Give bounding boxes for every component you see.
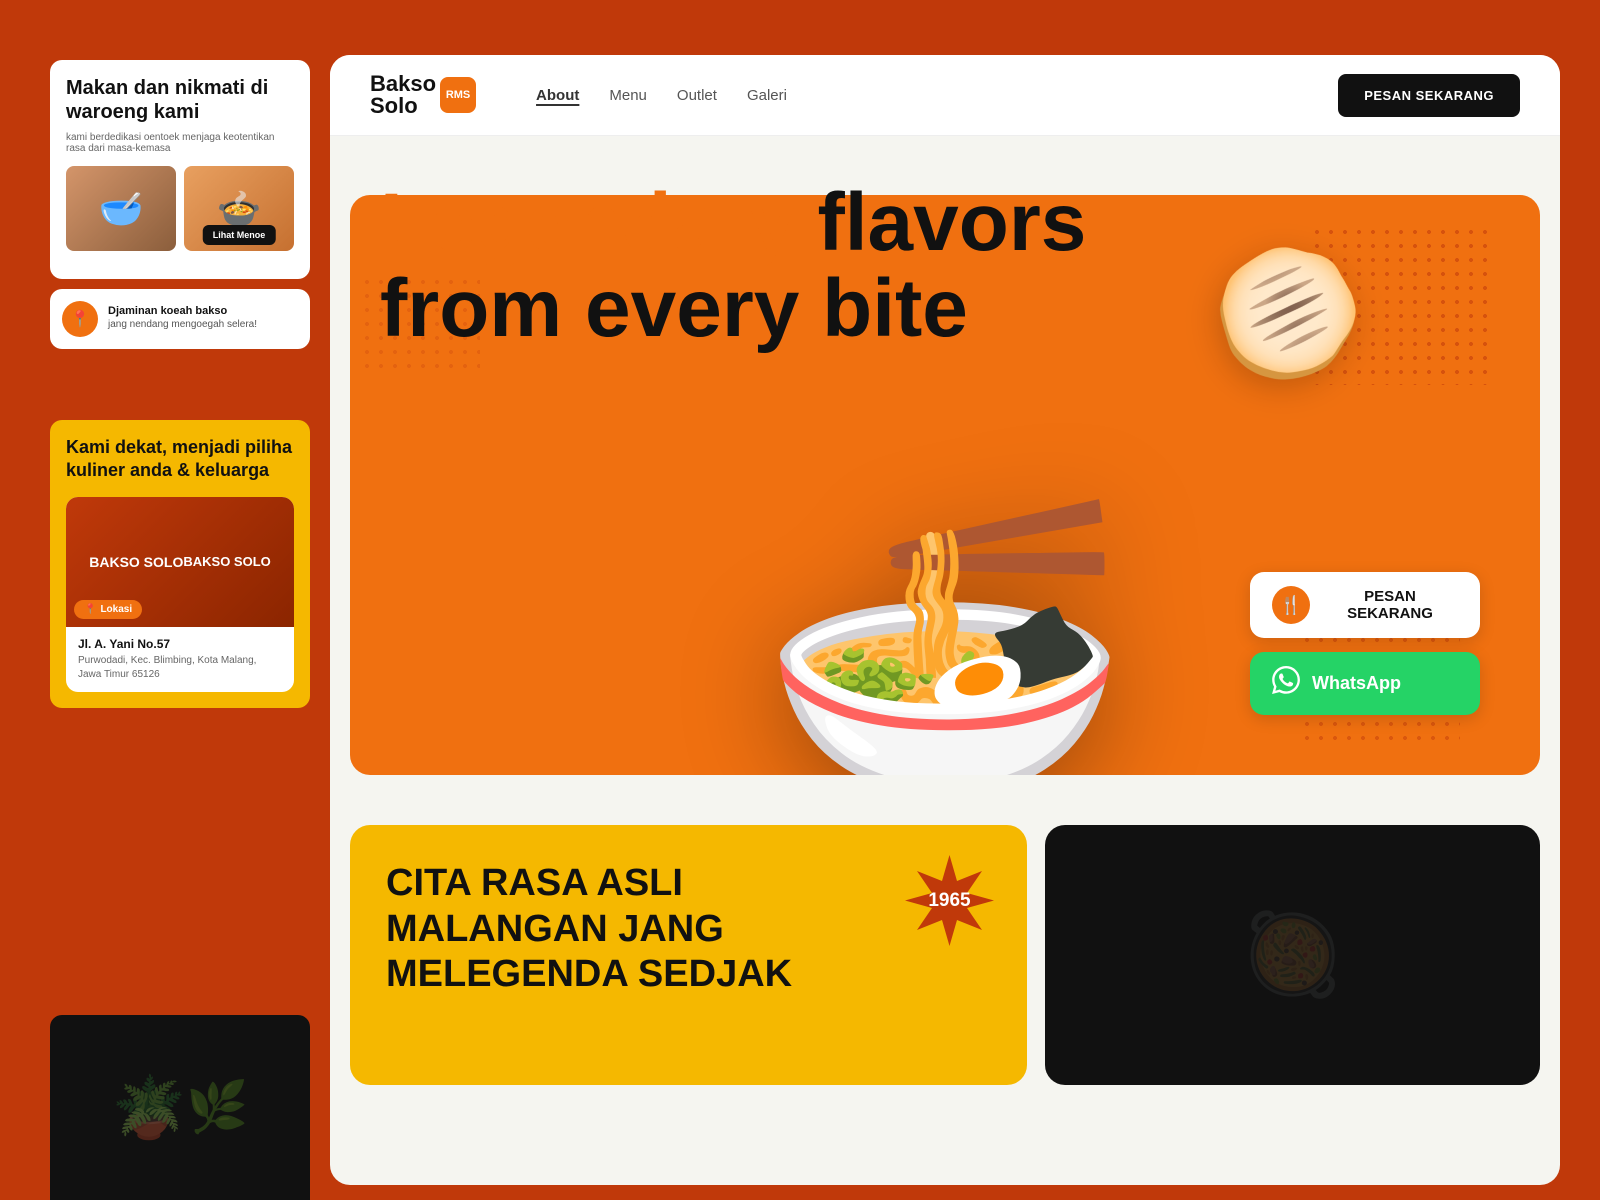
pesan-sekarang-button[interactable]: 🍴 PESAN SEKARANG (1250, 572, 1480, 638)
year-text: 1965 (928, 891, 970, 910)
outlet-store-name: BAKSO SOLO (183, 554, 270, 569)
logo-name: Bakso (370, 73, 436, 95)
outlet-street: Jl. A. Yani No.57 (78, 637, 282, 651)
guarantee-desc: jang nendang mengoegah selera! (108, 319, 257, 330)
pesan-icon: 🍴 (1272, 586, 1310, 624)
yellow-section: Kami dekat, menjadi piliha kuliner anda … (50, 420, 310, 708)
plant-decoration: 🌿 (186, 1078, 248, 1137)
guarantee-text: Djaminan koeah bakso jang nendang mengoe… (108, 301, 257, 330)
bottom-cards-section: CITA RASA ASLI MALANGAN JANG MELEGENDA S… (350, 825, 1540, 1085)
bottom-title-line1: CITA RASA ASLI (386, 862, 683, 904)
nav-about[interactable]: About (536, 87, 579, 104)
left-lower-section: Kami dekat, menjadi piliha kuliner anda … (50, 420, 310, 708)
hero-headline-line2: from every bite (380, 263, 968, 354)
logo-rms: RMS (446, 89, 470, 101)
hero-section: Legendary flavors from every bite 🍜 🫓 (330, 135, 1560, 815)
nav-links: About Menu Outlet Galeri (536, 87, 1338, 104)
black-card-decoration: 🥘 (1243, 908, 1343, 1002)
navbar-pesan-button[interactable]: PESAN SEKARANG (1338, 74, 1520, 117)
yellow-bottom-card: CITA RASA ASLI MALANGAN JANG MELEGENDA S… (350, 825, 1027, 1085)
hero-headline-black: flavors (795, 177, 1087, 268)
food-image-2: 🍲 Lihat Menoe (184, 166, 294, 251)
outlet-card: BAKSO SOLO 📍 Lokasi Jl. A. Yani No.57 Pu… (66, 497, 294, 692)
whatsapp-label: WhatsApp (1312, 673, 1401, 694)
left-top-card: Makan dan nikmati di waroeng kami kami b… (50, 60, 310, 279)
whatsapp-icon (1272, 666, 1300, 701)
left-hero-subtitle: kami berdedikasi oentoek menjaga keotent… (66, 132, 294, 154)
guarantee-title: Djaminan koeah bakso (108, 305, 227, 317)
black-bottom-card: 🥘 (1045, 825, 1540, 1085)
logo-name2: Solo (370, 95, 436, 117)
logo-icon-box: RMS (440, 77, 476, 113)
left-bottom-card: 🌿 (50, 1015, 310, 1200)
left-hero-title: Makan dan nikmati di waroeng kami (66, 76, 294, 124)
logo-wordmark: Bakso Solo (370, 73, 436, 117)
hero-action-buttons: 🍴 PESAN SEKARANG WhatsApp (1250, 572, 1480, 715)
food-bowl-image: 🍜 (625, 505, 1265, 775)
lihat-menu-button[interactable]: Lihat Menoe (203, 225, 276, 245)
hero-headline-orange: Legendary (380, 177, 795, 268)
bottom-title-line2: MALANGAN JANG (386, 908, 724, 950)
section-title: Kami dekat, menjadi piliha kuliner anda … (66, 436, 294, 483)
outlet-image: BAKSO SOLO 📍 Lokasi (66, 497, 294, 627)
hero-text-overlay: Legendary flavors from every bite (380, 180, 1086, 352)
bottom-title-line3: MELEGENDA SEDJAK (386, 953, 792, 995)
logo: Bakso Solo RMS (370, 73, 476, 117)
lokasi-icon: 📍 (84, 604, 96, 615)
outlet-info: Jl. A. Yani No.57 Purwodadi, Kec. Blimbi… (66, 627, 294, 692)
guarantee-icon: 📍 (62, 301, 98, 337)
nav-galeri[interactable]: Galeri (747, 87, 787, 104)
whatsapp-button[interactable]: WhatsApp (1250, 652, 1480, 715)
navbar: Bakso Solo RMS About Menu Outlet Galeri … (330, 55, 1560, 135)
main-content-area: Bakso Solo RMS About Menu Outlet Galeri … (330, 55, 1560, 1185)
guarantee-badge: 📍 Djaminan koeah bakso jang nendang meng… (50, 289, 310, 349)
pesan-label: PESAN SEKARANG (1322, 588, 1458, 622)
lokasi-label: Lokasi (100, 604, 132, 615)
food-image-1: 🥣 (66, 166, 176, 251)
nav-menu[interactable]: Menu (609, 87, 647, 104)
year-badge: 1965 (902, 853, 997, 948)
nav-outlet[interactable]: Outlet (677, 87, 717, 104)
outlet-address: Purwodadi, Kec. Blimbing, Kota Malang, J… (78, 654, 282, 682)
lokasi-badge: 📍 Lokasi (74, 600, 142, 619)
